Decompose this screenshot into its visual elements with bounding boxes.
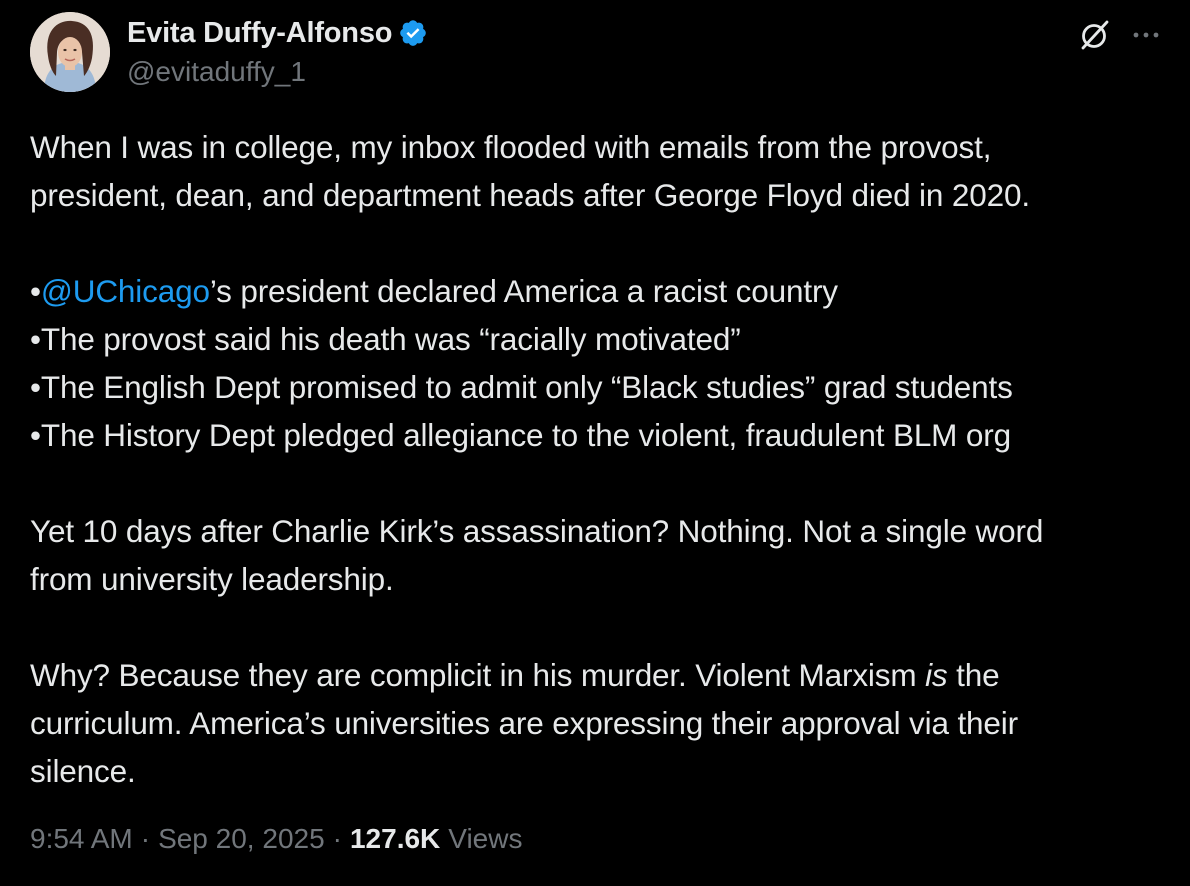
grok-icon[interactable] (1078, 18, 1112, 52)
bullet-line: •The History Dept pledged allegiance to … (30, 417, 1011, 453)
bullet-mark: • (30, 273, 41, 309)
views-label: Views (448, 823, 523, 854)
text-segment: Why? Because they are complicit in his m… (30, 657, 926, 693)
emphasis-text: is (925, 657, 948, 693)
verified-badge-icon[interactable] (398, 18, 428, 48)
name-row: Evita Duffy-Alfonso (127, 14, 428, 52)
text-line: Yet 10 days after Charlie Kirk’s assassi… (30, 513, 1044, 549)
display-name[interactable]: Evita Duffy-Alfonso (127, 17, 392, 50)
mention-link[interactable]: @UChicago (41, 273, 210, 309)
timestamp-date[interactable]: Sep 20, 2025 (158, 823, 325, 855)
text-line: president, dean, and department heads af… (30, 177, 1030, 213)
text-line: When I was in college, my inbox flooded … (30, 129, 992, 165)
handle[interactable]: @evitaduffy_1 (127, 56, 428, 88)
tweet: Evita Duffy-Alfonso @evitaduffy_1 When I… (0, 0, 1190, 886)
text-line: curriculum. America’s universities are e… (30, 705, 1018, 741)
avatar-image (30, 12, 110, 92)
more-icon[interactable] (1132, 30, 1160, 40)
views-count[interactable]: 127.6K (350, 823, 440, 855)
separator: · (140, 823, 151, 854)
bullet-line: •@UChicago’s president declared America … (30, 267, 1170, 315)
bullet-text: ’s president declared America a racist c… (209, 273, 838, 309)
author-block: Evita Duffy-Alfonso @evitaduffy_1 (127, 14, 428, 88)
text-segment: the (947, 657, 1000, 693)
text-line: silence. (30, 753, 136, 789)
tweet-text: When I was in college, my inbox flooded … (30, 123, 1170, 795)
top-actions (1078, 18, 1160, 52)
bullet-line: •The English Dept promised to admit only… (30, 369, 1013, 405)
timestamp-time[interactable]: 9:54 AM (30, 823, 133, 855)
separator: · (332, 823, 342, 854)
bullet-line: •The provost said his death was “raciall… (30, 321, 741, 357)
text-line: from university leadership. (30, 561, 394, 597)
text-line: Why? Because they are complicit in his m… (30, 651, 1170, 699)
avatar[interactable] (30, 12, 110, 92)
tweet-meta: 9:54 AM · Sep 20, 2025 · 127.6K Views (30, 823, 522, 855)
